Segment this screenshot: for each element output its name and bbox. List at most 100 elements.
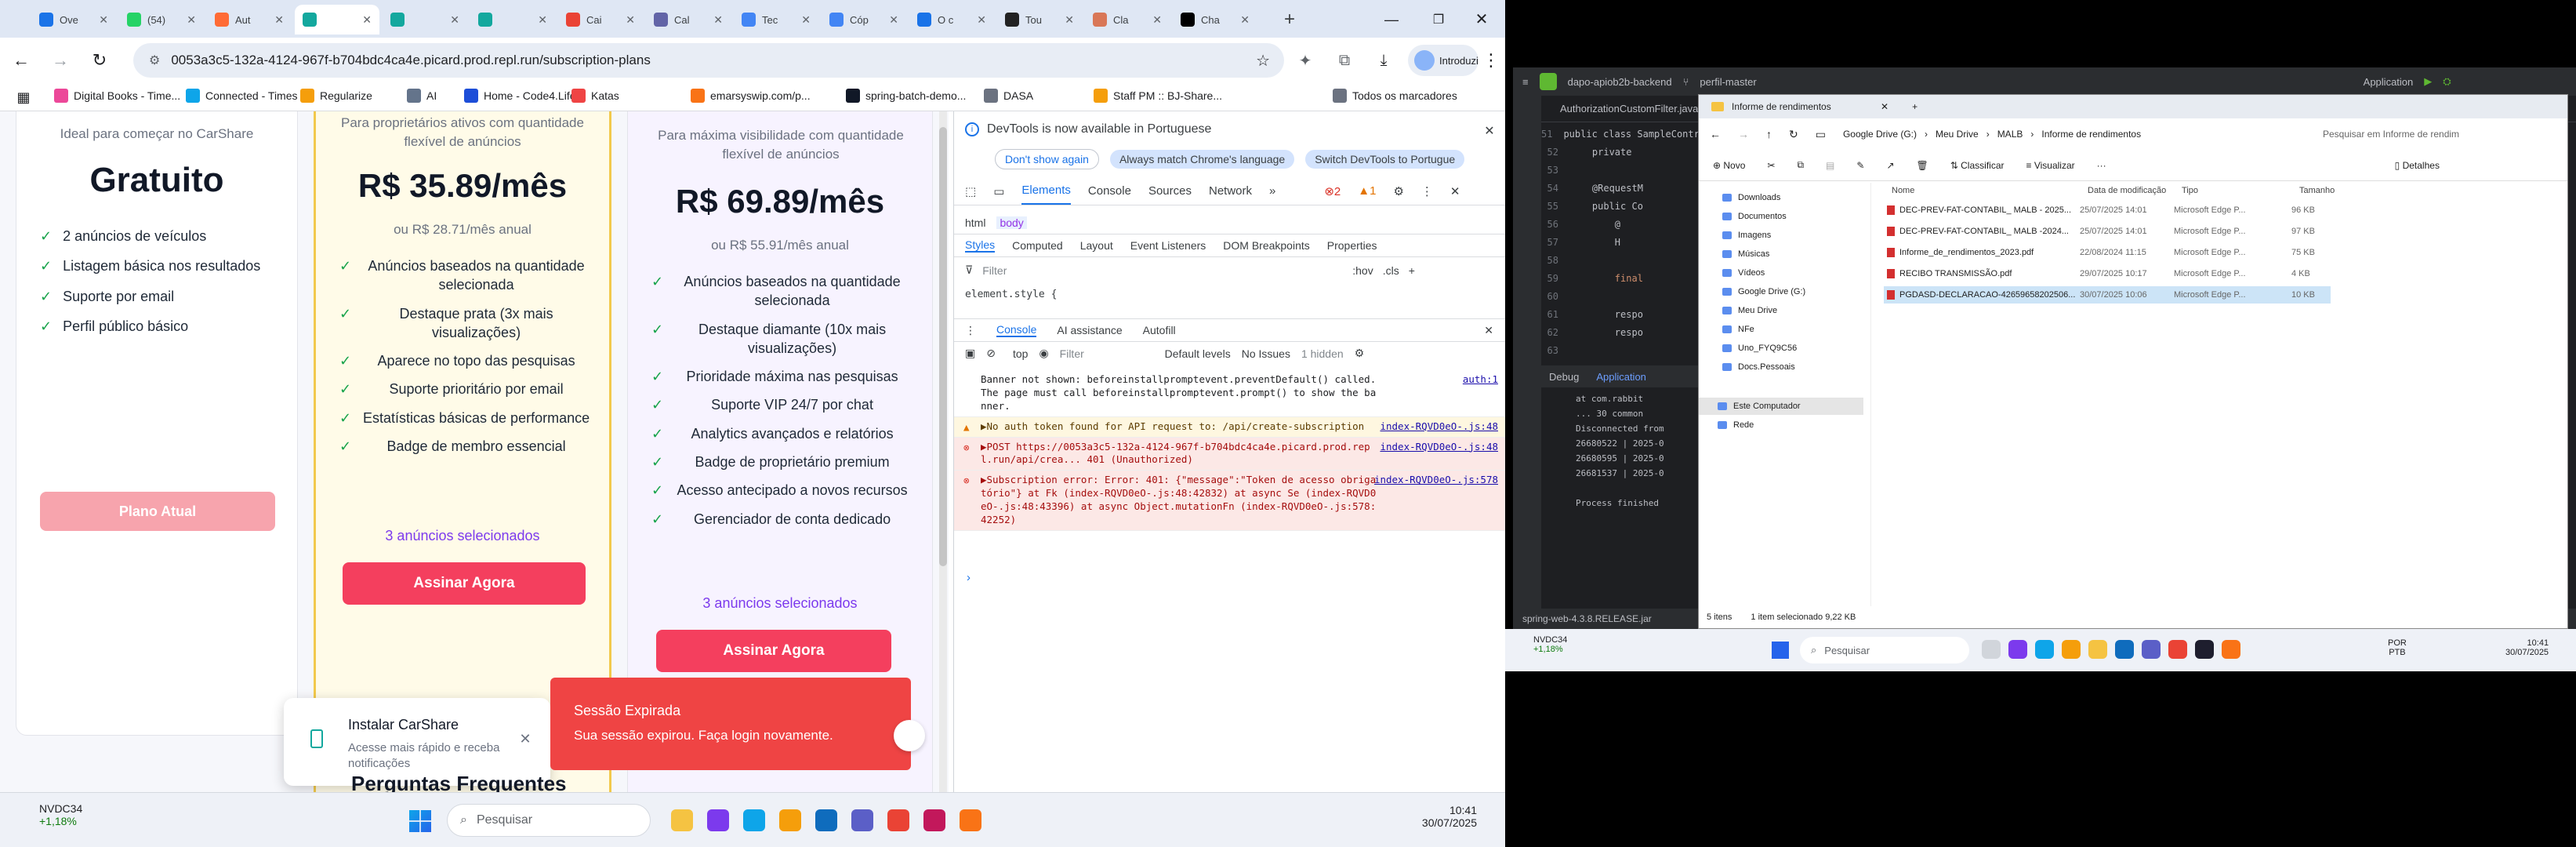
console-message[interactable]: ⊗ ▶Subscription error: Error: 401: {"mess…	[954, 471, 1505, 531]
close-tab-icon[interactable]: ✕	[1240, 13, 1250, 27]
styles-tab[interactable]: Styles	[965, 238, 996, 253]
debug-icon[interactable]: ⛭	[2443, 75, 2451, 88]
clear-console-icon[interactable]: ⊘	[986, 347, 996, 360]
styles-filter-input[interactable]: Filter	[982, 264, 1343, 277]
bookmark-item[interactable]: Digital Books - Time...	[54, 89, 180, 103]
file-row[interactable]: PGDASD-DECLARACAO-42659658202506... 30/07…	[1884, 286, 2331, 304]
browser-tab[interactable]: ✕	[383, 5, 467, 35]
levels-select[interactable]: Default levels	[1165, 347, 1231, 360]
code-line[interactable]: 58	[1541, 255, 1698, 273]
taskbar-app-icon[interactable]	[743, 809, 765, 831]
close-tab-icon[interactable]: ✕	[626, 13, 635, 27]
bookmark-item[interactable]: Todos os marcadores	[1333, 89, 1457, 103]
bookmark-item[interactable]: Home - Code4.Life	[464, 89, 576, 103]
console-prompt-icon[interactable]: ›	[967, 571, 971, 584]
file-row[interactable]: DEC-PREV-FAT-CONTABIL_ MALB - 2025... 25/…	[1884, 202, 2331, 219]
assistant-bubble-icon[interactable]	[894, 720, 925, 751]
copy-icon[interactable]: ⧉	[1797, 159, 1804, 171]
browser-tab[interactable]: Cóp ✕	[822, 5, 906, 35]
taskbar-app-icon[interactable]	[2195, 640, 2214, 659]
reload-icon[interactable]: ↻	[88, 49, 111, 72]
taskbar-app-icon[interactable]	[1982, 640, 2001, 659]
nav-item[interactable]: Vídeos	[1699, 264, 1863, 282]
crumb-body[interactable]: body	[996, 216, 1027, 229]
browser-tab[interactable]: Aut ✕	[207, 5, 292, 35]
file-row[interactable]: DEC-PREV-FAT-CONTABIL_ MALB -2024... 25/0…	[1884, 223, 2331, 240]
console-source-link[interactable]: index-RQVD0eO-.js:48	[1380, 441, 1498, 454]
switch-language-button[interactable]: Switch DevTools to Portugue	[1305, 150, 1465, 169]
console-source-link[interactable]: auth:1	[1463, 373, 1498, 387]
keyboard-indicator[interactable]: PTB	[2388, 648, 2407, 657]
profile-button[interactable]: Introduzir frase de acesso	[1408, 45, 1478, 76]
close-tab-icon[interactable]: ✕	[1881, 101, 1888, 112]
code-line[interactable]: 59 final	[1541, 273, 1698, 291]
page-scrollbar[interactable]	[939, 111, 947, 792]
nav-item[interactable]: NFe	[1699, 321, 1863, 338]
bookmark-item[interactable]: Connected - Times i...	[186, 89, 312, 103]
column-header[interactable]: Nome	[1892, 186, 1914, 195]
details-button[interactable]: ▯ Detalhes	[2395, 160, 2440, 171]
extensions-puzzle-icon[interactable]: ⧉	[1333, 49, 1356, 72]
taskbar-app-icon[interactable]	[2142, 640, 2161, 659]
application-tab[interactable]: Application	[1596, 371, 1646, 383]
status-jar[interactable]: spring-web-4.3.8.RELEASE.jar	[1522, 613, 1652, 624]
close-window-button[interactable]: ✕	[1470, 8, 1493, 30]
code-line[interactable]: 63	[1541, 345, 1698, 363]
close-tab-icon[interactable]: ✕	[1065, 13, 1074, 27]
taskbar-app-icon[interactable]	[779, 809, 801, 831]
taskbar-app-icon[interactable]	[671, 809, 693, 831]
crumb-html[interactable]: html	[965, 216, 985, 229]
console-source-link[interactable]: index-RQVD0eO-.js:578	[1374, 474, 1498, 487]
bookmark-item[interactable]: DASA	[984, 89, 1033, 103]
current-plan-button[interactable]: Plano Atual	[40, 492, 275, 531]
code-line[interactable]: 51 public class SampleController {	[1541, 129, 1739, 147]
bookmark-item[interactable]: Regularize	[300, 89, 372, 103]
forward-icon[interactable]: →	[1738, 128, 1749, 140]
run-icon[interactable]: ▶	[2424, 75, 2432, 88]
tab-sources[interactable]: Sources	[1148, 184, 1192, 198]
sidebar-toggle-icon[interactable]: ▣	[965, 347, 975, 360]
code-line[interactable]: 61 respo	[1541, 309, 1698, 327]
browser-tab[interactable]: O c ✕	[909, 5, 994, 35]
taskbar-app-icon[interactable]	[2168, 640, 2187, 659]
context-select[interactable]: top	[1013, 347, 1028, 360]
browser-tab[interactable]: Tou ✕	[997, 5, 1082, 35]
nav-item[interactable]: Meu Drive	[1699, 302, 1863, 319]
close-tab-icon[interactable]: ✕	[1152, 13, 1162, 27]
taskbar-app-icon[interactable]	[707, 809, 729, 831]
close-icon[interactable]: ✕	[516, 729, 535, 748]
close-tab-icon[interactable]: ✕	[99, 13, 108, 27]
taskbar-app-icon[interactable]	[2008, 640, 2027, 659]
forward-icon[interactable]: →	[49, 49, 72, 72]
clock-time[interactable]: 10:41	[2505, 638, 2549, 648]
drawer-tab-autofill[interactable]: Autofill	[1143, 324, 1176, 336]
device-toolbar-icon[interactable]: ▭	[993, 184, 1004, 198]
browser-tab[interactable]: ✕	[295, 5, 379, 35]
breadcrumb-item[interactable]: Google Drive (G:)	[1843, 129, 1917, 140]
clock-time[interactable]: 10:41	[1422, 804, 1477, 816]
settings-gear-icon[interactable]: ⚙	[1393, 184, 1403, 198]
code-line[interactable]: 53	[1541, 165, 1698, 183]
taskbar-app-icon[interactable]	[2062, 640, 2081, 659]
debug-tab[interactable]: Debug	[1549, 371, 1579, 383]
event-listeners-tab[interactable]: Event Listeners	[1130, 239, 1206, 252]
tab-console[interactable]: Console	[1088, 184, 1131, 198]
cls-toggle[interactable]: .cls	[1383, 264, 1399, 277]
browser-tab[interactable]: Cha ✕	[1173, 5, 1257, 35]
warning-count-badge[interactable]: ▲1	[1358, 184, 1376, 198]
taskbar-app-icon[interactable]	[851, 809, 873, 831]
nav-item[interactable]: Imagens	[1699, 227, 1863, 244]
add-rule-icon[interactable]: +	[1409, 264, 1415, 277]
console-source-link[interactable]: index-RQVD0eO-.js:48	[1380, 420, 1498, 434]
stock-widget[interactable]: NVDC34 +1,18%	[1519, 635, 1567, 654]
close-tab-icon[interactable]: ✕	[889, 13, 898, 27]
browser-tab[interactable]: Cla ✕	[1085, 5, 1170, 35]
rename-icon[interactable]: ✎	[1856, 160, 1864, 171]
nav-item[interactable]: Downloads	[1699, 189, 1863, 206]
nav-item[interactable]: Rede	[1699, 416, 1863, 434]
breadcrumb-item[interactable]: MALB	[1997, 129, 2023, 140]
explorer-tab[interactable]: Informe de rendimentos	[1732, 101, 1873, 112]
project-name[interactable]: dapo-apiob2b-backend	[1568, 76, 1672, 88]
console-message[interactable]: Banner not shown: beforeinstallprompteve…	[954, 370, 1505, 417]
error-count-badge[interactable]: ⊗2	[1324, 184, 1341, 198]
